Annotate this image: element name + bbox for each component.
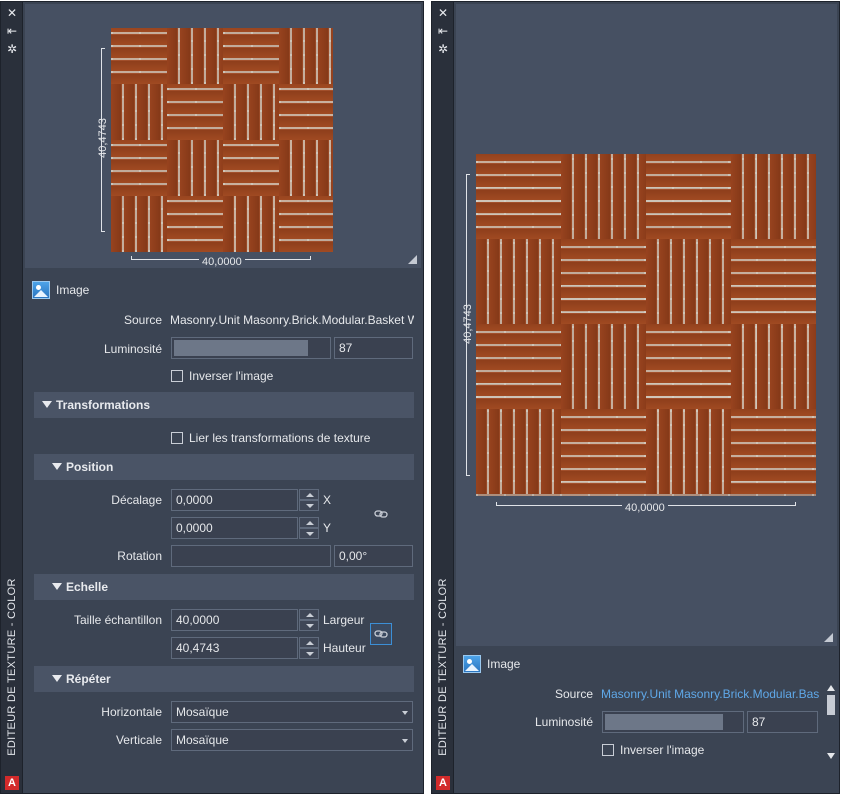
autocad-logo: A	[5, 776, 19, 790]
palette-titlebar[interactable]: ✕ ⇤ ✲ EDITEUR DE TEXTURE - COLOR A	[1, 2, 23, 793]
source-value[interactable]: Masonry.Unit Masonry.Brick.Modular.Baske…	[170, 313, 414, 327]
source-link[interactable]: Masonry.Unit Masonry.Brick.Modular.Bas	[601, 687, 821, 701]
horizontal-label: Horizontale	[101, 705, 162, 719]
offset-y-input[interactable]: 0,0000	[171, 517, 298, 539]
brick-texture-image	[111, 28, 333, 252]
collapse-triangle-icon	[52, 675, 62, 682]
sample-height-spinner[interactable]	[299, 637, 319, 659]
texture-editor-palette-right: ✕ ⇤ ✲ EDITEUR DE TEXTURE - COLOR A 40,47…	[431, 1, 840, 794]
auto-hide-icon[interactable]: ⇤	[4, 23, 20, 39]
source-label: Source	[123, 313, 162, 327]
sample-width-input[interactable]: 40,0000	[171, 609, 298, 631]
collapse-triangle-icon	[52, 463, 62, 470]
invert-image-checkbox[interactable]	[602, 744, 614, 756]
width-dimension-label: 40,0000	[199, 256, 245, 268]
offset-x-input[interactable]: 0,0000	[171, 489, 298, 511]
brightness-label: Luminosité	[103, 342, 162, 356]
palette-title: EDITEUR DE TEXTURE - COLOR	[6, 578, 18, 756]
vertical-label: Verticale	[115, 733, 162, 747]
position-header[interactable]: Position	[34, 454, 414, 480]
offset-label: Décalage	[111, 493, 162, 507]
rotation-slider[interactable]	[171, 545, 331, 567]
sample-size-label: Taille échantillon	[73, 613, 162, 627]
repeat-header[interactable]: Répéter	[34, 666, 414, 692]
brightness-slider[interactable]	[171, 337, 331, 359]
brightness-label: Luminosité	[534, 715, 593, 729]
chain-link-icon	[374, 510, 388, 518]
invert-image-label: Inverser l'image	[189, 369, 274, 383]
properties-scrollbar[interactable]	[827, 685, 835, 761]
scroll-thumb[interactable]	[827, 695, 835, 715]
image-icon	[463, 655, 481, 673]
scale-header[interactable]: Echelle	[34, 574, 414, 600]
link-transforms-checkbox[interactable]	[171, 432, 183, 444]
close-icon[interactable]: ✕	[4, 5, 20, 21]
close-icon[interactable]: ✕	[435, 5, 451, 21]
image-section-label: Image	[56, 283, 90, 297]
brightness-input[interactable]: 87	[334, 337, 413, 359]
offset-y-spinner[interactable]	[299, 517, 319, 539]
height-label: Hauteur	[323, 641, 366, 655]
sample-width-spinner[interactable]	[299, 609, 319, 631]
brightness-slider[interactable]	[602, 711, 744, 733]
source-label: Source	[554, 687, 593, 701]
link-offset-button[interactable]	[370, 503, 392, 525]
palette-titlebar[interactable]: ✕ ⇤ ✲ EDITEUR DE TEXTURE - COLOR A	[432, 2, 454, 793]
chevron-down-icon	[402, 739, 408, 743]
x-axis-label: X	[323, 493, 332, 507]
link-transforms-label: Lier les transformations de texture	[189, 431, 371, 445]
y-axis-label: Y	[323, 521, 332, 535]
height-dimension-label: 40,4743	[97, 118, 109, 158]
texture-editor-palette-left: ✕ ⇤ ✲ EDITEUR DE TEXTURE - COLOR A 40,47…	[0, 1, 424, 794]
image-icon	[32, 281, 50, 299]
auto-hide-icon[interactable]: ⇤	[435, 23, 451, 39]
scroll-up-arrow-icon[interactable]	[827, 685, 835, 691]
width-label: Largeur	[323, 613, 365, 627]
preview-resize-grip[interactable]	[408, 255, 417, 264]
height-dimension-label: 40,4743	[462, 304, 474, 344]
scroll-down-arrow-icon[interactable]	[827, 753, 835, 759]
invert-image-label: Inverser l'image	[620, 743, 705, 757]
vertical-repeat-value: Mosaïque	[176, 733, 229, 747]
offset-x-spinner[interactable]	[299, 489, 319, 511]
properties-icon[interactable]: ✲	[4, 41, 20, 57]
horizontal-repeat-value: Mosaïque	[176, 705, 229, 719]
horizontal-repeat-dropdown[interactable]: Mosaïque	[171, 701, 413, 723]
transformations-header[interactable]: Transformations	[34, 392, 414, 418]
chevron-down-icon	[402, 711, 408, 715]
brick-texture-image	[476, 154, 816, 496]
rotation-input[interactable]: 0,00°	[334, 545, 413, 567]
autocad-logo: A	[436, 776, 450, 790]
properties-icon[interactable]: ✲	[435, 41, 451, 57]
vertical-repeat-dropdown[interactable]: Mosaïque	[171, 729, 413, 751]
brightness-input[interactable]: 87	[747, 711, 818, 733]
texture-preview: 40,4743 40,0000	[25, 4, 421, 268]
texture-preview: 40,4743 40,0000	[456, 4, 837, 646]
rotation-label: Rotation	[117, 549, 162, 563]
invert-image-checkbox[interactable]	[171, 370, 183, 382]
sample-height-input[interactable]: 40,4743	[171, 637, 298, 659]
preview-resize-grip[interactable]	[824, 633, 833, 642]
image-section-label: Image	[487, 657, 521, 671]
palette-title: EDITEUR DE TEXTURE - COLOR	[437, 578, 449, 756]
collapse-triangle-icon	[52, 583, 62, 590]
collapse-triangle-icon	[42, 401, 52, 408]
width-dimension-label: 40,0000	[622, 502, 668, 514]
link-scale-button[interactable]	[370, 623, 392, 645]
chain-link-icon	[374, 630, 388, 638]
